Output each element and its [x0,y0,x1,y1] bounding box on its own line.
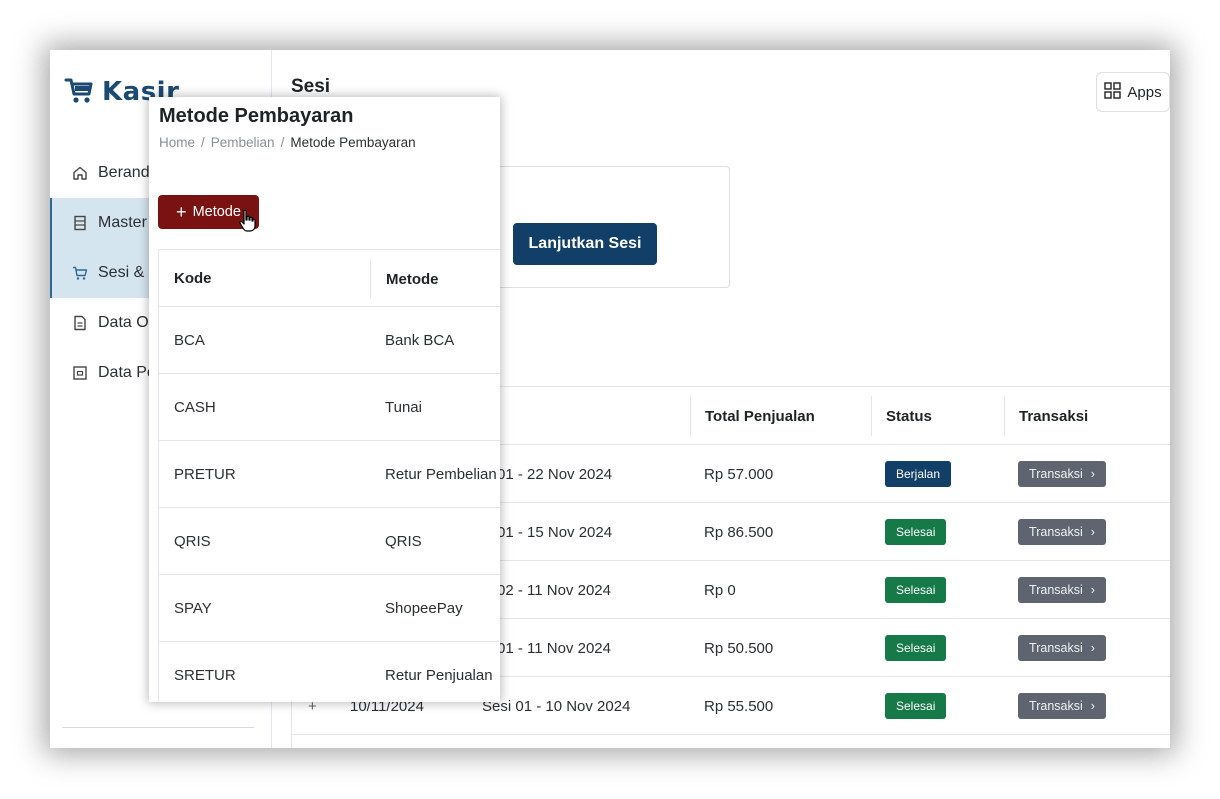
transaksi-label: Transaksi [1029,583,1083,597]
status-badge: Selesai [885,635,947,661]
plus-icon: + [176,202,187,222]
archive-icon [72,365,88,381]
method-code: SRETUR [174,667,236,684]
method-name: QRIS [385,533,422,550]
page-title: Sesi [291,76,331,97]
breadcrumb-separator: / [280,135,285,150]
sidebar-divider [62,727,254,728]
sidebar-item-label: Master [98,214,147,231]
apps-label: Apps [1127,83,1162,101]
table-header: Kode Metode [159,250,500,307]
method-code: SPAY [174,600,212,617]
payment-method-table: Kode Metode BCA Bank BCA CASH Tunai PRET… [158,249,500,702]
chevron-right-icon: › [1090,641,1095,655]
chevron-right-icon: › [1090,525,1095,539]
method-code: CASH [174,399,216,416]
document-icon [72,315,88,331]
table-row[interactable]: QRIS QRIS [159,508,500,575]
column-header-status: Status [871,396,932,436]
session-total: Rp 50.500 [704,639,774,657]
method-name: Retur Penjualan [385,667,493,684]
hand-cursor-icon [238,209,258,238]
stage: Kasir Beranda Master Sesi & P Data O Dat… [0,0,1220,799]
sidebar-item-label: Data O [98,314,149,331]
transaksi-button[interactable]: Transaksi › [1018,693,1106,719]
transaksi-button[interactable]: Transaksi › [1018,577,1106,603]
session-name: si 02 - 11 Nov 2024 [482,581,611,599]
chevron-right-icon: › [1090,467,1095,481]
transaksi-label: Transaksi [1029,641,1083,655]
session-name: Sesi 01 - 10 Nov 2024 [482,697,631,715]
table-row[interactable]: PRETUR Retur Pembelian [159,441,500,508]
method-name: Bank BCA [385,332,455,349]
transaksi-button[interactable]: Transaksi › [1018,635,1106,661]
table-row[interactable]: SPAY ShopeePay [159,575,500,642]
table-row[interactable]: SRETUR Retur Penjualan [159,642,500,702]
method-code: PRETUR [174,466,236,483]
cart-logo-icon [64,75,94,110]
transaksi-label: Transaksi [1029,525,1083,539]
column-header-kode: Kode [174,270,212,287]
database-icon [72,215,88,231]
transaksi-label: Transaksi [1029,699,1083,713]
table-row[interactable]: BCA Bank BCA [159,307,500,374]
session-name: si 01 - 15 Nov 2024 [482,523,613,541]
session-name: si 01 - 11 Nov 2024 [482,639,611,657]
status-badge: Selesai [885,519,947,545]
column-header-metode: Metode [370,260,439,298]
session-total: Rp 57.000 [704,465,774,483]
home-icon [72,165,88,181]
transaksi-button[interactable]: Transaksi › [1018,519,1106,545]
transaksi-button[interactable]: Transaksi › [1018,461,1106,487]
method-name: ShopeePay [385,600,463,617]
method-name: Retur Pembelian [385,466,497,483]
column-header-total: Total Penjualan [690,396,815,436]
continue-session-button[interactable]: Lanjutkan Sesi [513,223,657,265]
status-badge: Berjalan [885,461,952,487]
method-name: Tunai [385,399,422,416]
method-code: QRIS [174,533,211,550]
column-header-transaksi: Transaksi [1004,396,1088,436]
status-badge: Selesai [885,693,947,719]
cart-icon [72,265,88,281]
breadcrumb-home[interactable]: Home [159,135,195,150]
chevron-right-icon: › [1090,583,1095,597]
session-name: si 01 - 22 Nov 2024 [482,465,613,483]
add-method-label: Metode [192,204,241,220]
transaksi-label: Transaksi [1029,467,1083,481]
payment-method-popup: Metode Pembayaran Home / Pembelian / Met… [149,97,500,702]
session-total: Rp 86.500 [704,523,774,541]
popup-title: Metode Pembayaran [159,105,354,127]
table-row[interactable]: CASH Tunai [159,374,500,441]
sidebar-item-label: Data Pe [98,364,156,381]
grid-icon [1104,81,1122,103]
method-code: BCA [174,332,205,349]
status-badge: Selesai [885,577,947,603]
breadcrumb-current: Metode Pembayaran [290,135,416,150]
breadcrumb: Home / Pembelian / Metode Pembayaran [159,135,416,150]
session-total: Rp 55.500 [704,697,774,715]
breadcrumb-separator: / [201,135,205,150]
apps-button[interactable]: Apps [1096,72,1170,112]
active-session-card: Lanjutkan Sesi [490,166,730,288]
breadcrumb-pembelian[interactable]: Pembelian [211,135,275,150]
chevron-right-icon: › [1090,699,1095,713]
session-total: Rp 0 [704,581,736,599]
